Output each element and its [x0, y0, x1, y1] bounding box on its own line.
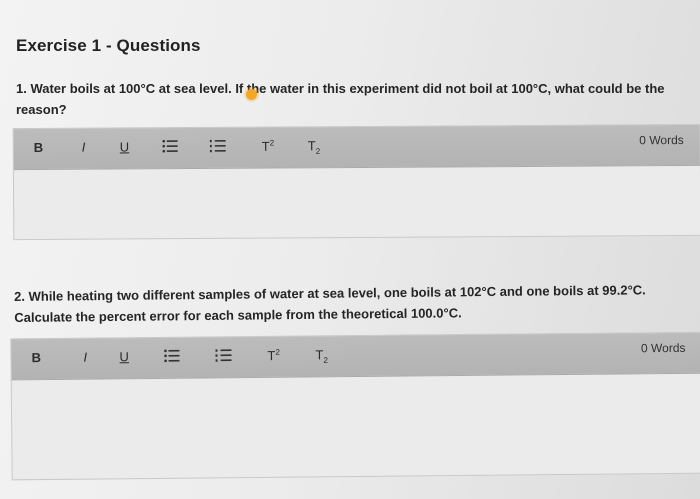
superscript-mark: 2 — [269, 138, 275, 148]
cursor-indicator — [246, 89, 257, 100]
word-count: 0 Words — [639, 133, 684, 148]
subscript-button[interactable]: T2 — [315, 347, 328, 365]
underline-button[interactable]: U — [119, 349, 129, 364]
bullet-list-icon — [162, 139, 178, 153]
subscript-label: T — [307, 138, 316, 154]
question-2-text: 2. While heating two different samples o… — [14, 282, 646, 325]
numbered-list-icon — [215, 349, 232, 362]
page-title: Exercise 1 - Questions — [16, 36, 201, 55]
superscript-mark: 2 — [275, 347, 280, 357]
answer-textarea-1[interactable] — [14, 166, 700, 239]
answer-editor-2: B I U T2 T2 0 Words — [10, 331, 700, 481]
numbered-list-button[interactable] — [209, 139, 226, 156]
bullet-list-icon — [164, 349, 180, 363]
italic-button[interactable]: I — [82, 140, 86, 155]
superscript-button[interactable]: T2 — [262, 139, 274, 154]
italic-button[interactable]: I — [83, 350, 87, 365]
answer-editor-1: B I U T2 T2 0 Words — [12, 123, 700, 241]
subscript-button[interactable]: T2 — [308, 138, 321, 156]
subscript-mark: 2 — [315, 146, 321, 156]
subscript-label: T — [315, 347, 324, 363]
bold-button[interactable]: B — [31, 350, 41, 365]
numbered-list-icon — [209, 139, 226, 153]
question-1-text: 1. Water boils at 100°C at sea level. If… — [16, 81, 665, 117]
superscript-label: T — [267, 348, 276, 364]
bullet-list-button[interactable] — [162, 139, 178, 156]
editor-toolbar: B I U T2 T2 0 Words — [11, 332, 700, 381]
numbered-list-button[interactable] — [215, 348, 232, 365]
answer-textarea-2[interactable] — [12, 374, 700, 480]
bullet-list-button[interactable] — [163, 349, 180, 366]
superscript-label: T — [261, 138, 270, 154]
superscript-button[interactable]: T2 — [267, 348, 280, 363]
editor-toolbar: B I U T2 T2 0 Words — [13, 124, 700, 171]
word-count: 0 Words — [640, 340, 686, 356]
underline-button[interactable]: U — [120, 139, 129, 154]
bold-button[interactable]: B — [34, 140, 43, 155]
subscript-mark: 2 — [323, 355, 329, 365]
